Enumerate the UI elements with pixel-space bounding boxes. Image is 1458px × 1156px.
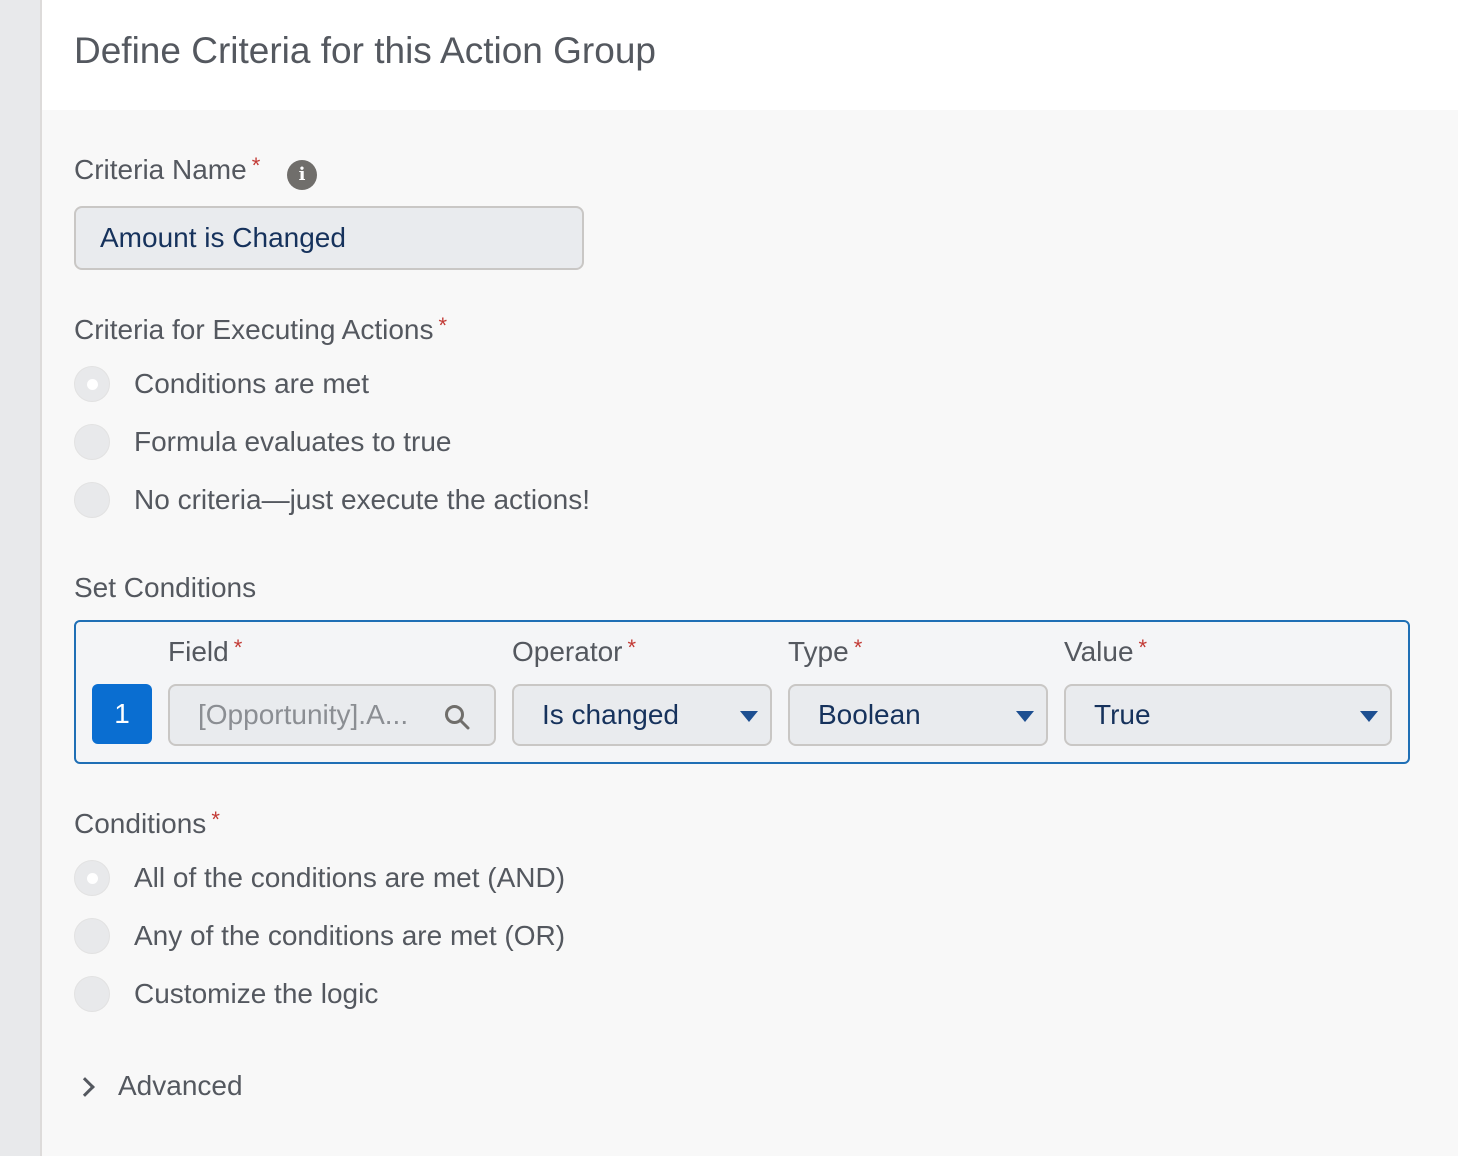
radio-label: Formula evaluates to true <box>134 426 452 457</box>
page-title: Define Criteria for this Action Group <box>74 30 656 71</box>
required-asterisk: * <box>438 313 448 338</box>
radio-button[interactable] <box>74 976 110 1012</box>
field-lookup-input[interactable]: [Opportunity].A... <box>168 684 496 746</box>
operator-column-label-text: Operator <box>512 636 623 667</box>
field-lookup-value: [Opportunity].A... <box>198 699 409 730</box>
required-asterisk: * <box>853 635 863 660</box>
criteria-name-label: Criteria Name * <box>74 153 261 186</box>
criteria-name-label-text: Criteria Name <box>74 154 247 185</box>
executing-criteria-label-text: Criteria for Executing Actions <box>74 314 434 345</box>
value-column-label-text: Value <box>1064 636 1134 667</box>
chevron-down-icon <box>740 711 758 722</box>
required-asterisk: * <box>251 153 261 178</box>
chevron-right-icon[interactable] <box>75 1077 95 1097</box>
criteria-name-input[interactable]: Amount is Changed <box>74 206 584 270</box>
radio-label: All of the conditions are met (AND) <box>134 862 566 893</box>
radio-label: Customize the logic <box>134 978 379 1009</box>
executing-criteria-label: Criteria for Executing Actions * <box>74 313 448 346</box>
radio-label: Any of the conditions are met (OR) <box>134 920 566 951</box>
radio-button[interactable] <box>74 918 110 954</box>
operator-value: Is changed <box>542 699 679 730</box>
operator-select[interactable]: Is changed <box>512 684 772 746</box>
condition-row-number: 1 <box>92 684 152 744</box>
panel-header: Define Criteria for this Action Group <box>42 0 1458 110</box>
chevron-down-icon <box>1016 711 1034 722</box>
radio-label: No criteria—just execute the actions! <box>134 484 590 515</box>
radio-label: Conditions are met <box>134 368 370 399</box>
type-value: Boolean <box>818 699 921 730</box>
required-asterisk: * <box>1138 635 1148 660</box>
left-rail <box>0 0 42 1156</box>
set-conditions-label: Set Conditions <box>74 572 257 603</box>
value-value: True <box>1094 699 1151 730</box>
value-select[interactable]: True <box>1064 684 1392 746</box>
operator-column-label: Operator * <box>512 635 637 668</box>
radio-button[interactable] <box>74 366 110 402</box>
info-icon[interactable]: i <box>287 160 317 190</box>
radio-button[interactable] <box>74 482 110 518</box>
radio-button[interactable] <box>74 424 110 460</box>
value-column-label: Value * <box>1064 635 1148 668</box>
required-asterisk: * <box>211 807 220 832</box>
type-column-label-text: Type <box>788 636 849 667</box>
criteria-panel: Define Criteria for this Action Group Cr… <box>42 0 1458 1156</box>
type-select[interactable]: Boolean <box>788 684 1048 746</box>
search-icon[interactable] <box>444 704 470 730</box>
type-column-label: Type * <box>788 635 863 668</box>
field-column-label-text: Field <box>168 636 229 667</box>
radio-button[interactable] <box>74 860 110 896</box>
conditions-label: Conditions * <box>74 807 220 840</box>
required-asterisk: * <box>627 635 637 660</box>
conditions-label-text: Conditions <box>74 808 207 839</box>
advanced-label: Advanced <box>118 1070 243 1101</box>
field-column-label: Field * <box>168 635 243 668</box>
chevron-down-icon <box>1360 711 1378 722</box>
required-asterisk: * <box>233 635 243 660</box>
condition-row-container: 1 Field * Operator * Type * Value * [Opportu… <box>74 620 1410 764</box>
